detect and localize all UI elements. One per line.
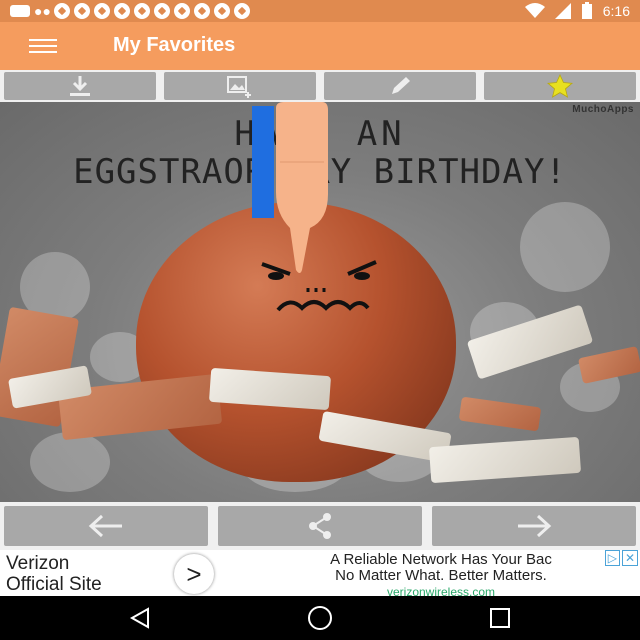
arrow-right-icon [518,514,552,538]
image-add-icon [227,76,251,98]
share-button[interactable] [218,506,422,546]
ad-choices-icon[interactable]: ▷ [604,550,620,566]
pencil-icon [392,77,410,94]
cell-signal-icon [554,3,571,19]
soccer-icon [234,3,250,19]
menu-icon[interactable] [29,39,57,53]
tutorial-highlight [252,106,274,218]
soccer-icon [74,3,90,19]
home-icon [308,606,332,630]
ad-choices[interactable]: ▷ ✕ [604,550,638,566]
bottom-nav [0,502,640,550]
eggshell [428,436,582,484]
set-image-button[interactable] [164,72,316,100]
recents-icon [490,608,510,628]
action-row [0,70,640,102]
previous-button[interactable] [4,506,208,546]
download-icon [70,76,90,96]
ad-headline: A Reliable Network Has Your Bac No Matte… [246,552,636,600]
eggshell [458,396,542,432]
soccer-icon [194,3,210,19]
back-button[interactable] [120,604,160,632]
recents-button[interactable] [480,604,520,632]
battery-icon [581,2,592,19]
pointing-finger-icon [276,102,328,273]
ad-brand: Verizon Official Site [6,553,102,595]
share-icon [309,513,331,539]
back-icon [129,607,149,629]
next-button[interactable] [432,506,636,546]
notification-icons: ●● [10,3,250,19]
soccer-icon [174,3,190,19]
soccer-icon [134,3,150,19]
soccer-icon [114,3,130,19]
status-bar: ●● 6:16 [0,0,640,22]
page-title: My Favorites [113,34,236,56]
star-icon [547,74,573,98]
soccer-icon [94,3,110,19]
system-icons: 6:16 [524,2,630,20]
favorite-button[interactable] [484,72,636,100]
system-nav-bar [0,596,640,640]
app-toolbar: My Favorites [0,22,640,70]
close-icon[interactable]: ✕ [621,550,638,566]
arrow-left-icon [88,514,122,538]
edit-button[interactable] [324,72,476,100]
soccer-icon [214,3,230,19]
soccer-icon [154,3,170,19]
message-icon [10,5,30,17]
app-icon: ●● [34,3,51,19]
ad-go-button[interactable]: > [174,554,214,594]
clock: 6:16 [602,3,630,19]
eggshell [577,346,640,384]
soccer-icon [54,3,70,19]
home-button[interactable] [300,604,340,632]
wifi-icon [524,3,545,18]
download-button[interactable] [4,72,156,100]
ad-banner[interactable]: Verizon Official Site > A Reliable Netwo… [0,550,640,599]
favorite-image[interactable]: HA E AN EGGSTRAOR ARY BIRTHDAY! MuchoApp… [0,102,640,502]
watermark: MuchoApps [572,104,634,115]
